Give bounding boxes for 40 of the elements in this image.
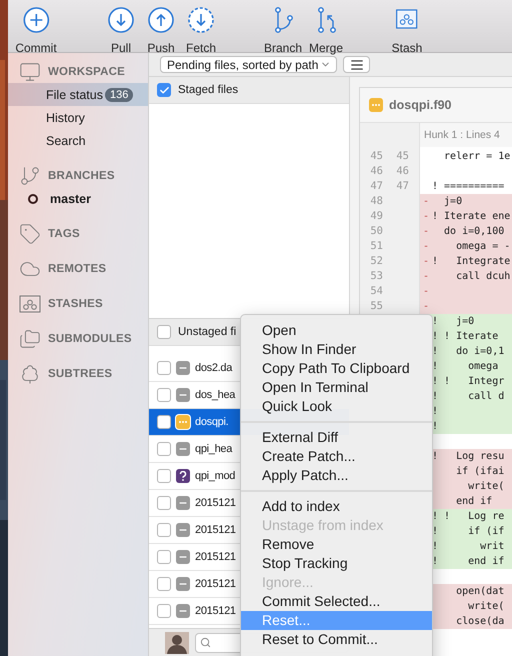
item-label: File status — [46, 88, 103, 102]
file-name: 2015121 — [195, 578, 236, 590]
line-number: 46 — [369, 164, 383, 179]
section-title: SUBMODULES — [48, 333, 132, 345]
line-number: 53 — [369, 269, 383, 284]
line-number: 49 — [369, 209, 383, 224]
section-title: REMOTES — [48, 263, 106, 275]
line-number: 45 — [395, 149, 409, 164]
item-label: master — [50, 192, 91, 206]
line-number: 55 — [369, 299, 383, 314]
section-title: TAGS — [48, 228, 80, 240]
count-badge: 136 — [104, 88, 134, 102]
line-number: 46 — [395, 164, 409, 179]
group-title: Staged files — [178, 84, 238, 96]
line-number: 48 — [369, 194, 383, 209]
hunk-header: Hunk 1 : Lines 4 — [420, 123, 512, 147]
section-title: STASHES — [48, 298, 103, 310]
file-name: 2015121 — [195, 524, 236, 536]
line-number: 47 — [395, 179, 409, 194]
line-number: 51 — [369, 239, 383, 254]
line-number: 52 — [369, 254, 383, 269]
item-label: Search — [46, 134, 86, 148]
file-name: qpi_hea — [195, 443, 232, 455]
file-title: dosqpi.f90 — [389, 98, 452, 112]
file-name: dosqpi. — [195, 416, 228, 428]
group-title: Unstaged fi — [178, 326, 236, 338]
section-title: BRANCHES — [48, 170, 115, 182]
file-name: 2015121 — [195, 605, 236, 617]
section-title: WORKSPACE — [48, 66, 125, 78]
line-number: 45 — [369, 149, 383, 164]
file-name: 2015121 — [195, 551, 236, 563]
line-number: 50 — [369, 224, 383, 239]
file-name: dos2.da — [195, 362, 232, 374]
line-number: 47 — [369, 179, 383, 194]
section-title: SUBTREES — [48, 368, 112, 380]
line-number: 54 — [369, 284, 383, 299]
item-label: History — [46, 110, 85, 124]
file-name: dos_hea — [195, 389, 236, 401]
file-name: qpi_mod — [195, 470, 236, 482]
file-name: 2015121 — [195, 497, 236, 509]
